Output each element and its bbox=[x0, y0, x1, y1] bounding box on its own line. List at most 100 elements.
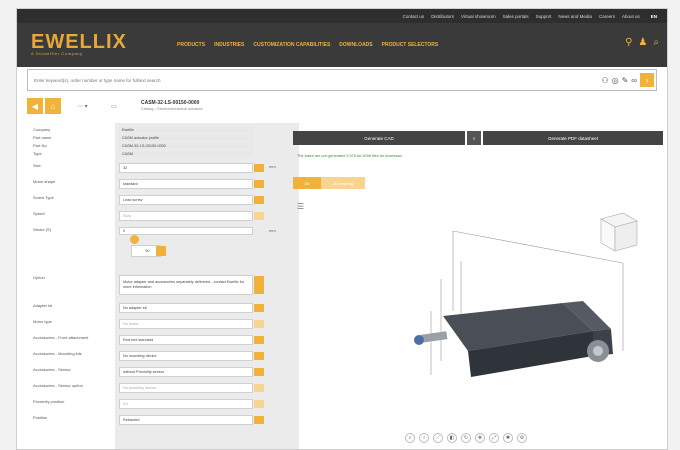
home-button[interactable]: ⌂ bbox=[45, 98, 61, 114]
config-value-text: CASM actuator profile bbox=[122, 136, 160, 140]
chevron-down-icon[interactable] bbox=[254, 352, 264, 360]
slider-handle[interactable] bbox=[130, 235, 139, 244]
config-select[interactable]: without Proximity sensor bbox=[119, 367, 264, 377]
chevron-down-icon[interactable] bbox=[254, 336, 264, 344]
config-value-text: without Proximity sensor bbox=[123, 370, 165, 374]
people-icon[interactable]: ⚇ bbox=[601, 76, 608, 85]
config-label: Stroke (S) bbox=[33, 227, 52, 232]
user-icon[interactable]: ♟ bbox=[638, 37, 647, 48]
fulltext-search-bar: ⚇ ◎ ✎ ∞ › bbox=[27, 69, 657, 91]
chevron-down-icon[interactable] bbox=[254, 368, 264, 376]
search-input[interactable] bbox=[28, 77, 602, 83]
config-select[interactable]: Rod end standard bbox=[119, 335, 264, 345]
config-select[interactable]: 32 bbox=[119, 163, 264, 173]
camera-icon[interactable]: ◎ bbox=[612, 76, 619, 85]
brand-name: EWELLIX bbox=[31, 31, 127, 53]
config-label: Size bbox=[33, 163, 41, 168]
cad-search-button[interactable]: ⌕ bbox=[467, 131, 481, 145]
util-link-news[interactable]: News and Media bbox=[558, 14, 592, 19]
config-label: Part No bbox=[33, 143, 47, 148]
util-link-distributors[interactable]: Distributors bbox=[431, 14, 454, 19]
config-label: Speed bbox=[33, 211, 45, 216]
nav-industries[interactable]: INDUSTRIES bbox=[214, 42, 244, 48]
config-label: Accessories - Mounting kits bbox=[33, 351, 82, 356]
util-link-about[interactable]: About us bbox=[622, 14, 640, 19]
back-button[interactable]: ◀ bbox=[27, 98, 43, 114]
explode-icon[interactable]: ✱ bbox=[503, 433, 513, 443]
config-label: Accessories - Front attachment bbox=[33, 335, 89, 340]
config-value-text: Motor adapter and accessories separately… bbox=[123, 280, 245, 289]
view-cube[interactable] bbox=[597, 209, 643, 255]
unit-label: mm bbox=[269, 228, 276, 233]
view-tabs: 3D 2D drawing bbox=[293, 177, 365, 189]
pdf-button-label: Generate PDF datasheet bbox=[547, 135, 599, 141]
section-icon[interactable]: ◧ bbox=[447, 433, 457, 443]
config-value-text: CASM bbox=[122, 152, 133, 156]
chevron-down-icon[interactable] bbox=[254, 276, 264, 294]
map-pin-icon[interactable]: ⚲ bbox=[625, 37, 632, 48]
language-selector[interactable]: EN bbox=[651, 14, 657, 19]
info-icon[interactable]: i bbox=[419, 433, 429, 443]
util-link-careers[interactable]: Careers bbox=[599, 14, 615, 19]
nav-products[interactable]: PRODUCTS bbox=[177, 42, 205, 48]
chevron-down-icon[interactable] bbox=[254, 196, 264, 204]
zoom-icon[interactable]: ⌕ bbox=[405, 433, 415, 443]
config-select[interactable]: No mounting device bbox=[119, 351, 264, 361]
config-label: Accessories - Sensor bbox=[33, 367, 71, 372]
config-select[interactable]: standard bbox=[119, 179, 264, 189]
product-header: ◀ ⌂ ⋯ ▾ ▭ CASM-32-LS-00150-0000 Catalog … bbox=[27, 95, 657, 117]
chevron-down-icon bbox=[254, 400, 264, 408]
chevron-down-icon[interactable] bbox=[156, 246, 166, 256]
config-select[interactable]: Lead screw bbox=[119, 195, 264, 205]
generation-note: The token are pre-generated 3,978 for 30… bbox=[297, 154, 403, 158]
pan-icon[interactable]: ✥ bbox=[475, 433, 485, 443]
util-link-showroom[interactable]: Virtual showroom bbox=[461, 14, 496, 19]
chevron-down-icon bbox=[254, 384, 264, 392]
nav-customization[interactable]: CUSTOMIZATION CAPABILITIES bbox=[253, 42, 330, 48]
config-value: Ewellix bbox=[119, 127, 253, 133]
tab-3d[interactable]: 3D bbox=[293, 177, 321, 189]
generate-cad-button[interactable]: Generate CAD bbox=[293, 131, 465, 145]
chevron-down-icon[interactable] bbox=[254, 180, 264, 188]
config-select: No motor bbox=[119, 319, 264, 329]
chevron-down-icon[interactable] bbox=[254, 304, 264, 312]
generate-pdf-button[interactable]: Generate PDF datasheet bbox=[483, 131, 663, 145]
config-select: 0.0 bbox=[119, 399, 264, 409]
config-select[interactable]: No adapter kit bbox=[119, 303, 264, 313]
product-breadcrumb[interactable]: Catalog > Electromechanical actuators bbox=[141, 106, 203, 112]
tab-2d-drawing[interactable]: 2D drawing bbox=[321, 177, 365, 189]
config-select[interactable]: Motor adapter and accessories separately… bbox=[119, 275, 264, 295]
config-label: Company bbox=[33, 127, 51, 132]
search-icon[interactable]: ⌕ bbox=[653, 37, 659, 48]
config-select[interactable]: Retracted bbox=[119, 415, 264, 425]
rotate-icon[interactable]: ↻ bbox=[461, 433, 471, 443]
settings-icon[interactable]: ⚙ bbox=[517, 433, 527, 443]
search-submit-button[interactable]: › bbox=[640, 73, 654, 87]
chevron-down-icon bbox=[254, 320, 264, 328]
util-link-sales[interactable]: Sales portals bbox=[503, 14, 529, 19]
measure-icon[interactable]: ⟋ bbox=[433, 433, 443, 443]
binoculars-icon[interactable]: ∞ bbox=[631, 76, 637, 85]
config-value-text: No proximity sensor bbox=[123, 386, 157, 390]
config-label: Motor type bbox=[33, 319, 52, 324]
config-value-text: Ewellix bbox=[122, 128, 134, 132]
config-label: Proximity position bbox=[33, 399, 65, 404]
config-value: CASM actuator profile bbox=[119, 135, 253, 141]
nav-product-selectors[interactable]: PRODUCT SELECTORS bbox=[382, 42, 439, 48]
fit-icon[interactable]: ⤢ bbox=[489, 433, 499, 443]
util-link-contact[interactable]: Contact us bbox=[403, 14, 425, 19]
nav-downloads[interactable]: DOWNLOADS bbox=[339, 42, 372, 48]
chevron-down-icon[interactable] bbox=[254, 416, 264, 424]
stroke-input[interactable]: 0 bbox=[119, 227, 253, 235]
pencil-icon[interactable]: ✎ bbox=[622, 76, 629, 85]
breadcrumb-dropdown[interactable]: ⋯ ▾ bbox=[77, 101, 97, 111]
config-value-text: Retracted bbox=[123, 418, 140, 422]
config-label: Screw Type bbox=[33, 195, 54, 200]
util-link-support[interactable]: Support bbox=[536, 14, 552, 19]
config-value-text: No mounting device bbox=[123, 354, 157, 358]
config-value-text: CASM-32-LS-00150-0000 bbox=[122, 144, 166, 148]
brand-logo[interactable]: EWELLIX A Schaeffler Company bbox=[31, 31, 127, 56]
chevron-down-icon[interactable] bbox=[254, 164, 264, 172]
stroke-stepper[interactable]: 50 bbox=[130, 235, 166, 257]
chevron-down-icon bbox=[254, 212, 264, 220]
